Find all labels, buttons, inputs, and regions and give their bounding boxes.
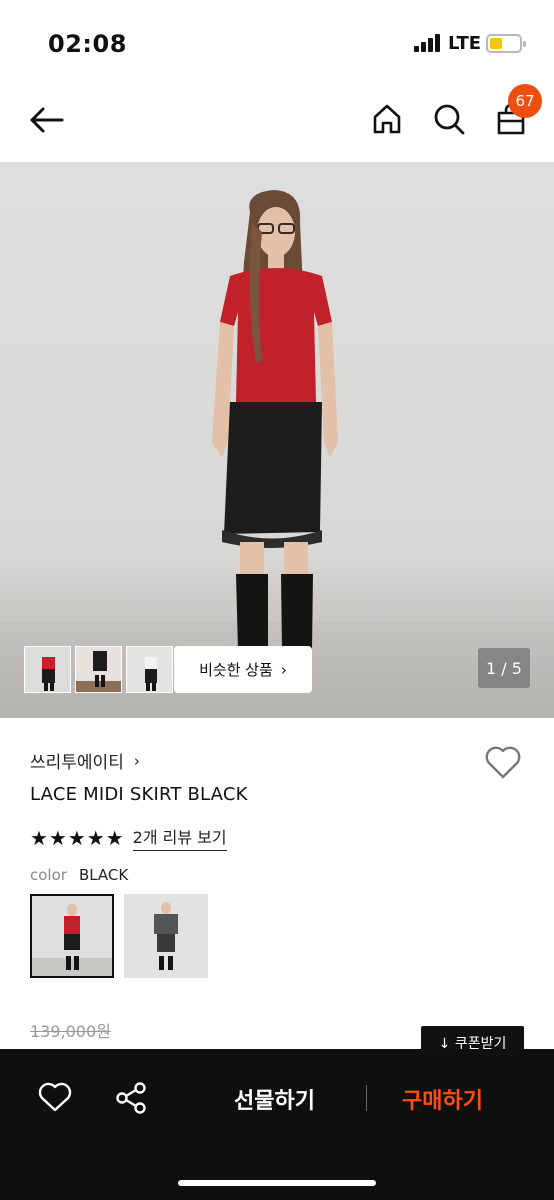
heart-icon xyxy=(38,1082,72,1112)
home-indicator xyxy=(178,1180,376,1186)
status-time: 02:08 xyxy=(48,30,127,58)
share-icon xyxy=(116,1082,146,1114)
rating-row: ★★★★★ 2개 리뷰 보기 xyxy=(30,824,227,851)
original-price: 139,000원 xyxy=(30,1022,111,1041)
back-button[interactable] xyxy=(26,100,66,140)
similar-products-label: 비슷한 상품 xyxy=(199,661,273,679)
color-value: BLACK xyxy=(78,866,129,884)
similar-products-button[interactable]: 비슷한 상품 › xyxy=(174,646,312,693)
star-rating-icon: ★★★★★ xyxy=(30,825,125,850)
thumbnail-3[interactable] xyxy=(126,646,173,693)
wishlist-button[interactable] xyxy=(484,744,524,784)
thumbnail-1[interactable] xyxy=(24,646,71,693)
brand-link[interactable]: 쓰리투에이티 › xyxy=(30,748,140,774)
product-image-gallery[interactable]: 비슷한 상품 › 1 / 5 xyxy=(0,162,554,718)
network-label: LTE xyxy=(448,33,482,54)
battery-icon xyxy=(486,34,526,53)
color-options xyxy=(30,894,208,978)
search-icon xyxy=(434,104,465,135)
arrow-left-icon xyxy=(30,107,64,133)
thumbnail-2[interactable] xyxy=(75,646,122,693)
color-row: color BLACK xyxy=(30,866,128,884)
buy-button[interactable]: 구매하기 xyxy=(402,1083,483,1115)
top-nav xyxy=(0,84,554,162)
gallery-thumbnails xyxy=(24,646,173,693)
divider xyxy=(366,1085,367,1111)
color-label: color xyxy=(30,866,67,884)
reviews-link[interactable]: 2개 리뷰 보기 xyxy=(132,824,227,851)
gift-button[interactable]: 선물하기 xyxy=(234,1083,315,1115)
bottom-wishlist-button[interactable] xyxy=(38,1081,74,1117)
search-button[interactable] xyxy=(428,98,470,140)
thumbnail-image xyxy=(127,647,172,692)
home-icon xyxy=(373,104,401,134)
color-option-image xyxy=(32,896,112,976)
thumbnail-image xyxy=(76,647,121,692)
color-option-red-top[interactable] xyxy=(30,894,114,978)
product-name: LACE MIDI SKIRT BLACK xyxy=(30,784,248,805)
bottom-action-bar: 선물하기 구매하기 xyxy=(0,1049,554,1200)
image-pager: 1 / 5 xyxy=(478,648,530,688)
heart-icon xyxy=(485,746,521,779)
signal-icon xyxy=(414,34,442,52)
brand-name: 쓰리투에이티 xyxy=(30,753,124,773)
color-option-image xyxy=(124,894,208,978)
chevron-right-icon: › xyxy=(280,660,287,679)
share-button[interactable] xyxy=(114,1081,150,1117)
color-option-gray-top[interactable] xyxy=(124,894,208,978)
status-bar: 02:08 LTE xyxy=(0,0,554,84)
cart-count-badge: 67 xyxy=(508,84,542,118)
chevron-right-icon: › xyxy=(133,751,140,770)
home-button[interactable] xyxy=(366,98,408,140)
model-photo xyxy=(212,190,338,650)
thumbnail-image xyxy=(25,647,70,692)
